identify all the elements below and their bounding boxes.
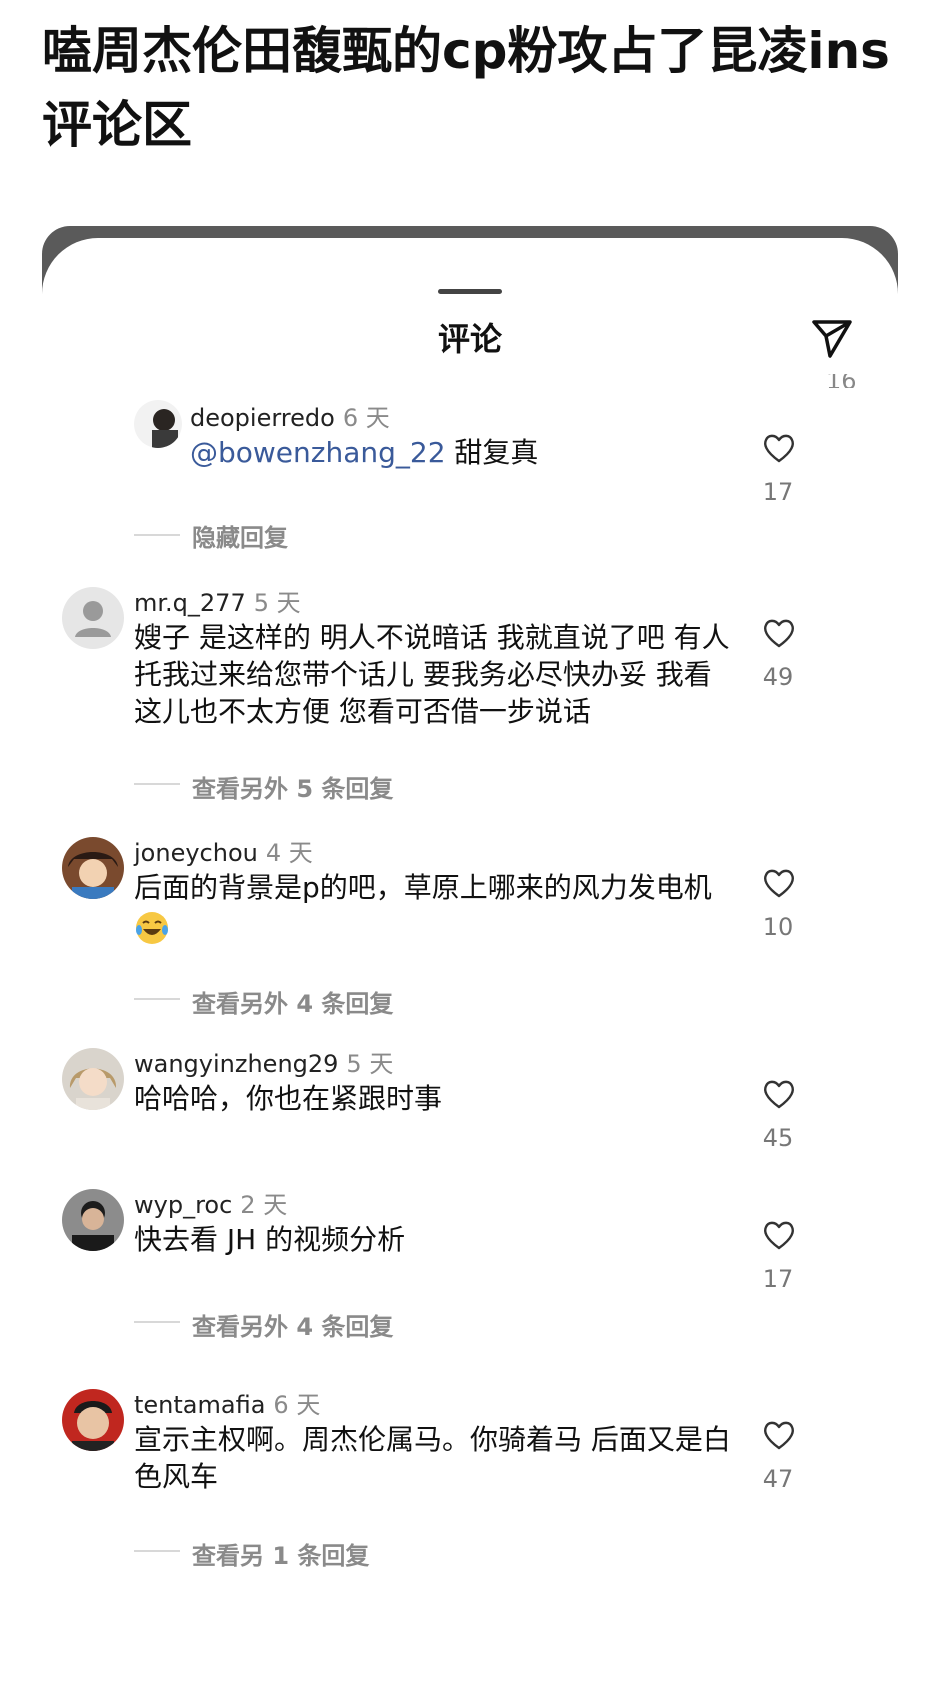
timestamp: 5 天	[253, 589, 301, 617]
comment-text: @bowenzhang_22 甜复真	[190, 436, 539, 469]
view-replies-button[interactable]: 查看另外 4 条回复	[192, 984, 393, 1019]
post-title: 嗑周杰伦田馥甄的cp粉攻占了昆凌ins评论区	[42, 22, 890, 154]
heart-icon[interactable]	[762, 1419, 796, 1451]
partial-like-count: 16	[826, 374, 857, 388]
timestamp: 5 天	[346, 1050, 394, 1078]
comment-item: joneychou 4 天 后面的背景是p的吧，草原上哪来的风力发电机 10 查看…	[42, 833, 898, 1053]
heart-icon[interactable]	[762, 432, 796, 464]
view-replies-button[interactable]: 查看另 1 条回复	[192, 1536, 369, 1571]
heart-icon[interactable]	[762, 1078, 796, 1110]
like-count: 45	[762, 1124, 794, 1152]
username[interactable]: wyp_roc	[134, 1191, 232, 1219]
like-count: 17	[762, 1265, 794, 1293]
comment-text: 嫂子 是这样的 明人不说暗话 我就直说了吧 有人托我过来给您带个话儿 要我务必尽…	[134, 621, 730, 728]
comment-item: wyp_roc 2 天 快去看 JH 的视频分析 17 查看另外 4 条回复	[42, 1185, 898, 1385]
timestamp: 6 天	[273, 1391, 321, 1419]
view-replies-button[interactable]: 查看另外 4 条回复	[192, 1307, 393, 1342]
divider	[134, 998, 180, 1000]
comment-text: 宣示主权啊。周杰伦属马。你骑着马 后面又是白色风车	[134, 1423, 731, 1493]
avatar[interactable]	[62, 587, 124, 649]
comment-text: 快去看 JH 的视频分析	[134, 1223, 406, 1256]
timestamp: 2 天	[240, 1191, 288, 1219]
like-count: 17	[762, 478, 794, 506]
comment-item: wangyinzheng29 5 天 哈哈哈，你也在紧跟时事 45	[42, 1044, 898, 1174]
send-icon[interactable]	[810, 316, 854, 360]
comment-text: 后面的背景是p的吧，草原上哪来的风力发电机	[134, 871, 712, 904]
divider	[134, 1550, 180, 1552]
avatar[interactable]	[62, 837, 124, 899]
comment-item: deopierredo 6 天 @bowenzhang_22 甜复真 17 隐藏回…	[42, 398, 898, 598]
divider	[134, 1321, 180, 1323]
mention-link[interactable]: @bowenzhang_22	[190, 436, 446, 469]
username[interactable]: wangyinzheng29	[134, 1050, 338, 1078]
sheet-title: 评论	[437, 320, 502, 358]
avatar[interactable]	[134, 400, 182, 448]
drag-handle[interactable]	[438, 289, 502, 294]
username[interactable]: tentamafia	[134, 1391, 265, 1419]
username[interactable]: joneychou	[134, 839, 258, 867]
heart-icon[interactable]	[762, 867, 796, 899]
username[interactable]: deopierredo	[190, 404, 335, 432]
comments-sheet: 评论 16 deopierredo 6 天 @bowenzhang_22 甜复真 …	[42, 238, 898, 1698]
like-count: 47	[762, 1465, 794, 1493]
avatar[interactable]	[62, 1389, 124, 1451]
like-count: 49	[762, 663, 794, 691]
comment-item: mr.q_277 5 天 嫂子 是这样的 明人不说暗话 我就直说了吧 有人托我过来…	[42, 583, 898, 833]
username[interactable]: mr.q_277	[134, 589, 246, 617]
comment-text: 哈哈哈，你也在紧跟时事	[134, 1082, 443, 1115]
laughing-tears-icon	[136, 912, 168, 944]
divider	[134, 783, 180, 785]
heart-icon[interactable]	[762, 617, 796, 649]
avatar[interactable]	[62, 1189, 124, 1251]
divider	[134, 534, 180, 536]
timestamp: 6 天	[342, 404, 390, 432]
view-replies-button[interactable]: 查看另外 5 条回复	[192, 769, 393, 804]
heart-icon[interactable]	[762, 1219, 796, 1251]
timestamp: 4 天	[265, 839, 313, 867]
comment-item: tentamafia 6 天 宣示主权啊。周杰伦属马。你骑着马 后面又是白色风车 …	[42, 1385, 898, 1635]
like-count: 10	[762, 913, 794, 941]
hide-replies-button[interactable]: 隐藏回复	[192, 518, 288, 553]
avatar[interactable]	[62, 1048, 124, 1110]
